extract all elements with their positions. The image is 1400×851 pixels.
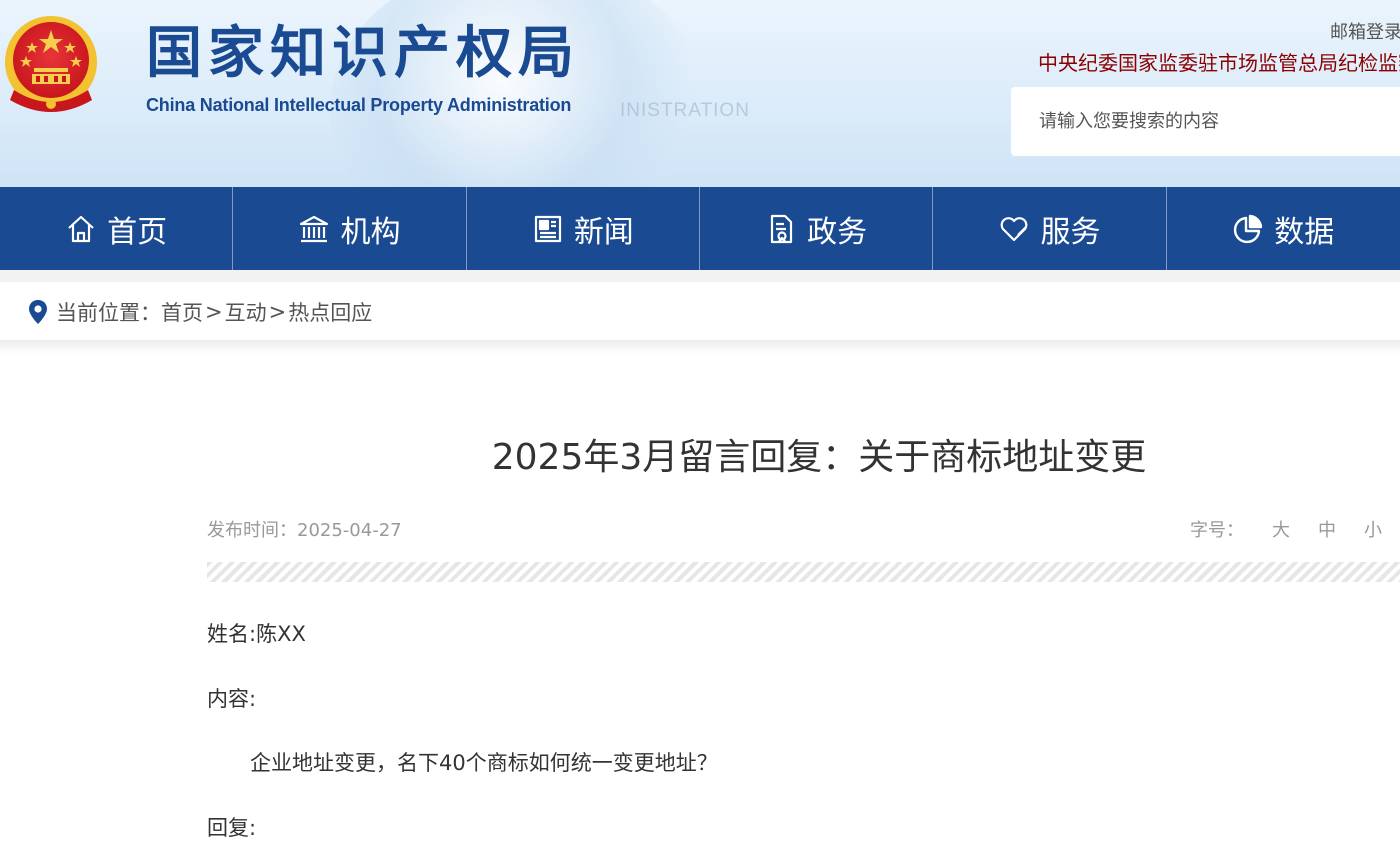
breadcrumb-separator: > [205, 300, 223, 324]
breadcrumb-home[interactable]: 首页 [161, 297, 203, 327]
nav-spacer [0, 270, 1400, 282]
nav-item-institution[interactable]: 机构 [233, 187, 467, 270]
nav-label: 新闻 [573, 214, 634, 250]
pie-chart-icon [1234, 214, 1263, 243]
mail-login-link[interactable]: 邮箱登录 [1330, 18, 1400, 44]
nav-label: 机构 [340, 214, 401, 250]
national-emblem-icon[interactable] [2, 12, 100, 118]
site-subtitle: China National Intellectual Property Adm… [146, 95, 572, 115]
site-header: INISTRATION 国家知识产权局 China National Intel… [0, 0, 1400, 187]
font-size-large-button[interactable]: 大 [1272, 516, 1290, 542]
document-icon [771, 214, 793, 243]
newspaper-icon [534, 215, 561, 242]
breadcrumb-shadow [0, 340, 1400, 354]
discipline-inspection-link[interactable]: 中央纪委国家监委驻市场监管总局纪检监察组 [1038, 47, 1400, 76]
header-watermark: INISTRATION [620, 100, 750, 121]
font-size-medium-button[interactable]: 中 [1318, 516, 1336, 542]
site-title: 国家知识产权局 [146, 21, 580, 86]
breadcrumb: 当前位置： 首页 > 互动 > 热点回应 [0, 282, 1400, 342]
nav-label: 数据 [1274, 214, 1335, 250]
home-icon [68, 215, 94, 242]
nav-label: 政务 [807, 214, 868, 250]
content-text: 企业地址变更，名下40个商标如何统一变更地址？ [250, 751, 718, 775]
nav-item-home[interactable]: 首页 [0, 187, 234, 270]
nav-item-services[interactable]: 服务 [933, 187, 1167, 270]
asker-name: 姓名:陈XX [207, 622, 306, 646]
institution-icon [300, 215, 329, 242]
reply-label: 回复: [207, 816, 257, 840]
breadcrumb-hot-response[interactable]: 热点回应 [288, 297, 372, 327]
nav-label: 服务 [1040, 214, 1101, 250]
publish-date: 发布时间：2025-04-27 [207, 520, 402, 541]
content-label: 内容: [207, 687, 257, 711]
breadcrumb-separator: > [268, 300, 287, 324]
nav-item-data[interactable]: 数据 [1167, 187, 1400, 270]
breadcrumb-prefix: 当前位置： [56, 301, 161, 325]
nav-item-government-affairs[interactable]: 政务 [700, 187, 934, 270]
article-title: 2025年3月留言回复：关于商标地址变更 [491, 437, 1147, 478]
nav-item-news[interactable]: 新闻 [467, 187, 700, 270]
heart-icon [1001, 216, 1028, 241]
hatched-divider [207, 562, 1400, 582]
font-size-small-button[interactable]: 小 [1364, 516, 1382, 542]
font-size-controls: 字号： 大 中 小 [1190, 516, 1382, 542]
breadcrumb-interaction[interactable]: 互动 [225, 297, 267, 327]
nav-label: 首页 [107, 214, 168, 250]
font-size-label: 字号： [1190, 520, 1244, 541]
main-nav: 首页 机构 新闻 政务 服务 数据 [0, 187, 1400, 270]
location-pin-icon [29, 300, 47, 324]
search-input[interactable] [1011, 87, 1400, 156]
